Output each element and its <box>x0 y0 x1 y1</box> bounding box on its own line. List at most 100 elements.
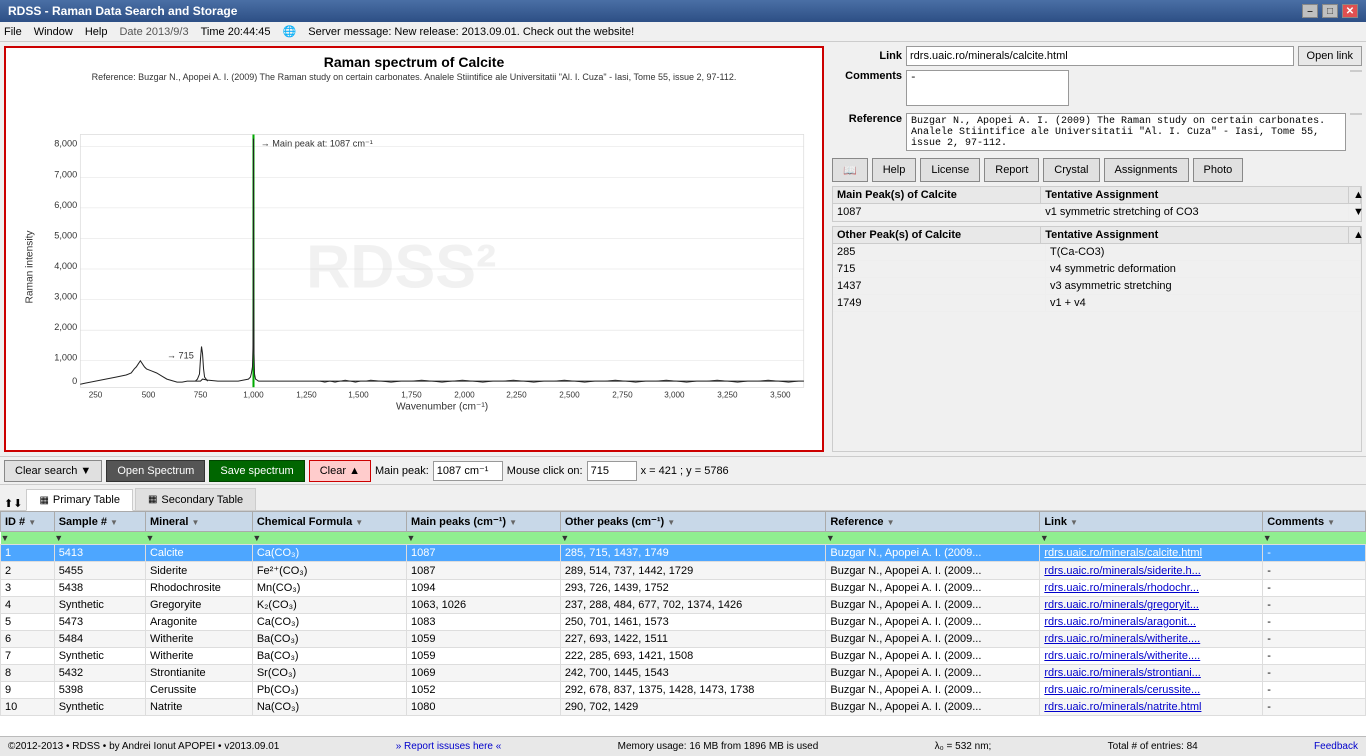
cell-link[interactable]: rdrs.uaic.ro/minerals/strontiani... <box>1040 665 1263 682</box>
expand-icon[interactable]: ⬆⬇ <box>4 497 22 510</box>
reference-scrollbar[interactable] <box>1350 113 1362 115</box>
cell-comments: - <box>1263 614 1366 631</box>
mouse-click-label: Mouse click on: <box>507 465 583 477</box>
other-peaks-scrollbar-btn[interactable]: ▲ <box>1349 227 1361 243</box>
status-globe: 🌐 <box>283 25 297 38</box>
svg-text:2,500: 2,500 <box>559 390 580 399</box>
cell-other-peaks: 290, 702, 1429 <box>560 699 826 716</box>
cell-mineral: Siderite <box>145 562 252 580</box>
report-button[interactable]: Report <box>984 158 1039 182</box>
svg-text:1,000: 1,000 <box>54 353 77 363</box>
cell-main-peaks: 1080 <box>407 699 561 716</box>
table-row[interactable]: 3 5438 Rhodochrosite Mn(CO₃) 1094 293, 7… <box>1 580 1366 597</box>
filter-formula: ▼ <box>252 532 406 545</box>
main-peaks-table: Main Peak(s) of Calcite Tentative Assign… <box>832 186 1362 222</box>
filter-link: ▼ <box>1040 532 1263 545</box>
photo-button[interactable]: Photo <box>1193 158 1244 182</box>
menu-help[interactable]: Help <box>85 26 108 38</box>
cell-link[interactable]: rdrs.uaic.ro/minerals/rhodochr... <box>1040 580 1263 597</box>
coords-display: x = 421 ; y = 5786 <box>641 465 729 477</box>
table-row[interactable]: 10 Synthetic Natrite Na(CO₃) 1080 290, 7… <box>1 699 1366 716</box>
svg-text:2,750: 2,750 <box>612 390 633 399</box>
table-row[interactable]: 2 5455 Siderite Fe²⁺(CO₃) 1087 289, 514,… <box>1 562 1366 580</box>
table-row[interactable]: 9 5398 Cerussite Pb(CO₃) 1052 292, 678, … <box>1 682 1366 699</box>
main-peak-input[interactable] <box>433 461 503 481</box>
table-row[interactable]: 4 Synthetic Gregoryite K₂(CO₃) 1063, 102… <box>1 597 1366 614</box>
tab-bar: ⬆⬇ ▦ Primary Table ▦ Secondary Table <box>0 485 1366 511</box>
mouse-click-input[interactable] <box>587 461 637 481</box>
menu-window[interactable]: Window <box>34 26 73 38</box>
minimize-button[interactable]: – <box>1302 4 1318 18</box>
link-input[interactable] <box>906 46 1294 66</box>
clear-search-button[interactable]: Clear search ▼ <box>4 460 102 482</box>
cell-reference: Buzgar N., Apopei A. I. (2009... <box>826 631 1040 648</box>
svg-text:1,500: 1,500 <box>348 390 369 399</box>
open-spectrum-button[interactable]: Open Spectrum <box>106 460 205 482</box>
other-peak-assignment: v1 + v4 <box>1046 295 1361 311</box>
cell-link[interactable]: rdrs.uaic.ro/minerals/witherite.... <box>1040 648 1263 665</box>
col-main-peaks[interactable]: Main peaks (cm⁻¹) ▼ <box>407 512 561 532</box>
lambda-info: λ₀ = 532 nm; <box>935 741 992 752</box>
col-id[interactable]: ID # ▼ <box>1 512 55 532</box>
open-link-button[interactable]: Open link <box>1298 46 1362 66</box>
col-reference[interactable]: Reference ▼ <box>826 512 1040 532</box>
cell-link[interactable]: rdrs.uaic.ro/minerals/gregoryit... <box>1040 597 1263 614</box>
svg-text:3,500: 3,500 <box>770 390 791 399</box>
svg-text:5,000: 5,000 <box>54 230 77 240</box>
cell-link[interactable]: rdrs.uaic.ro/minerals/natrite.html <box>1040 699 1263 716</box>
main-peaks-scrollbar-btn2[interactable]: ▼ <box>1349 204 1361 220</box>
tab-primary[interactable]: ▦ Primary Table <box>26 489 133 511</box>
license-button[interactable]: License <box>920 158 980 182</box>
cell-mineral: Gregoryite <box>145 597 252 614</box>
svg-text:250: 250 <box>89 390 103 399</box>
col-link[interactable]: Link ▼ <box>1040 512 1263 532</box>
cell-link[interactable]: rdrs.uaic.ro/minerals/siderite.h... <box>1040 562 1263 580</box>
col-sample[interactable]: Sample # ▼ <box>54 512 145 532</box>
cell-main-peaks: 1083 <box>407 614 561 631</box>
cell-other-peaks: 242, 700, 1445, 1543 <box>560 665 826 682</box>
action-buttons: 📖 Help License Report Crystal Assignment… <box>832 158 1362 182</box>
cell-sample: 5432 <box>54 665 145 682</box>
help-button[interactable]: Help <box>872 158 917 182</box>
crystal-button[interactable]: Crystal <box>1043 158 1099 182</box>
table-row[interactable]: 8 5432 Strontianite Sr(CO₃) 1069 242, 70… <box>1 665 1366 682</box>
save-spectrum-button[interactable]: Save spectrum <box>209 460 304 482</box>
col-mineral[interactable]: Mineral ▼ <box>145 512 252 532</box>
main-container: Raman spectrum of Calcite Reference: Buz… <box>0 42 1366 456</box>
table-row[interactable]: 5 5473 Aragonite Ca(CO₃) 1083 250, 701, … <box>1 614 1366 631</box>
comments-textarea[interactable] <box>906 70 1069 106</box>
table-row[interactable]: 1 5413 Calcite Ca(CO₃) 1087 285, 715, 14… <box>1 545 1366 562</box>
cell-link[interactable]: rdrs.uaic.ro/minerals/cerussite... <box>1040 682 1263 699</box>
col-other-peaks[interactable]: Other peaks (cm⁻¹) ▼ <box>560 512 826 532</box>
cell-id: 10 <box>1 699 55 716</box>
svg-text:6,000: 6,000 <box>54 200 77 210</box>
assignments-button[interactable]: Assignments <box>1104 158 1189 182</box>
svg-text:1,250: 1,250 <box>296 390 317 399</box>
table-row[interactable]: 6 5484 Witherite Ba(CO₃) 1059 227, 693, … <box>1 631 1366 648</box>
reference-textarea[interactable]: Buzgar N., Apopei A. I. (2009) The Raman… <box>906 113 1346 151</box>
menu-file[interactable]: File <box>4 26 22 38</box>
other-peak-val: 715 <box>833 261 1046 277</box>
svg-text:1,000: 1,000 <box>243 390 264 399</box>
cell-link[interactable]: rdrs.uaic.ro/minerals/calcite.html <box>1040 545 1263 562</box>
feedback-link[interactable]: Feedback <box>1314 741 1358 752</box>
comments-scrollbar[interactable] <box>1350 70 1362 72</box>
memory-usage: Memory usage: 16 MB from 1896 MB is used <box>618 741 819 752</box>
main-peaks-scrollbar-btn[interactable]: ▲ <box>1349 187 1361 203</box>
book-button[interactable]: 📖 <box>832 158 868 182</box>
maximize-button[interactable]: □ <box>1322 4 1338 18</box>
cell-link[interactable]: rdrs.uaic.ro/minerals/witherite.... <box>1040 631 1263 648</box>
cell-link[interactable]: rdrs.uaic.ro/minerals/aragonit... <box>1040 614 1263 631</box>
filter-id: ▼ <box>1 532 55 545</box>
tentative-col-header1: Tentative Assignment <box>1041 187 1349 203</box>
col-formula[interactable]: Chemical Formula ▼ <box>252 512 406 532</box>
col-comments[interactable]: Comments ▼ <box>1263 512 1366 532</box>
table-row[interactable]: 7 Synthetic Witherite Ba(CO₃) 1059 222, … <box>1 648 1366 665</box>
svg-text:4,000: 4,000 <box>54 261 77 271</box>
report-issues-link[interactable]: » Report issuses here « <box>396 741 502 752</box>
tab-secondary[interactable]: ▦ Secondary Table <box>135 488 256 510</box>
svg-text:3,000: 3,000 <box>54 292 77 302</box>
clear-button[interactable]: Clear ▲ <box>309 460 371 482</box>
cell-comments: - <box>1263 597 1366 614</box>
close-button[interactable]: ✕ <box>1342 4 1358 18</box>
